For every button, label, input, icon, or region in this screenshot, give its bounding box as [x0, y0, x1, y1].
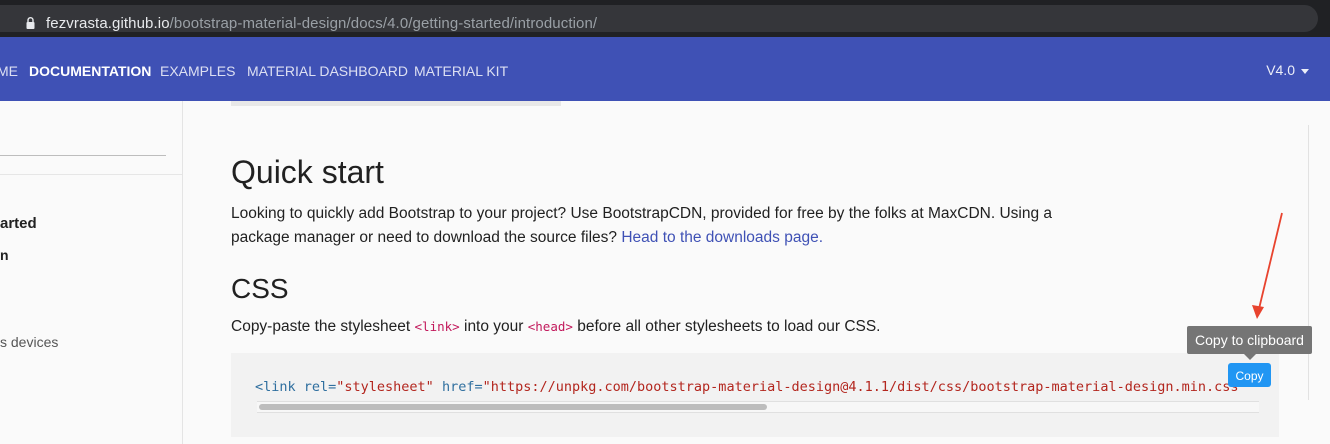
- tooltip-pointer: [1244, 354, 1256, 360]
- scrollbar-thumb[interactable]: [259, 404, 767, 410]
- toc-divider: [1308, 125, 1309, 400]
- browser-address-bar: fezvrasta.github.io/bootstrap-material-d…: [0, 0, 1330, 37]
- nav-item-documentation[interactable]: DOCUMENTATION: [29, 63, 151, 79]
- content-top-block: [231, 101, 561, 106]
- quick-start-paragraph: Looking to quickly add Bootstrap to your…: [231, 202, 1071, 250]
- code-attr-rel: rel=: [295, 379, 337, 395]
- css-heading: CSS: [231, 273, 289, 304]
- nav-item-home[interactable]: ME: [0, 63, 18, 79]
- css-text-2: into your: [459, 318, 528, 335]
- nav-item-material-kit[interactable]: MATERIAL KIT: [414, 63, 508, 79]
- version-label: V4.0: [1266, 62, 1295, 78]
- code-snippet: <link rel="stylesheet" href="https://unp…: [231, 353, 1279, 437]
- inline-code-link: <link>: [414, 319, 460, 334]
- code-value-rel: "stylesheet": [336, 379, 434, 395]
- nav-item-material-dashboard[interactable]: MATERIAL DASHBOARD: [247, 63, 408, 79]
- version-dropdown[interactable]: V4.0: [1266, 62, 1309, 78]
- url-field[interactable]: fezvrasta.github.io/bootstrap-material-d…: [0, 5, 1318, 32]
- css-text-1: Copy-paste the stylesheet: [231, 318, 415, 335]
- nav-item-examples[interactable]: EXAMPLES: [160, 63, 235, 79]
- copy-button[interactable]: Copy: [1228, 363, 1271, 387]
- url-path: /bootstrap-material-design/docs/4.0/gett…: [169, 15, 598, 32]
- url-host: fezvrasta.github.io: [46, 15, 170, 32]
- copy-tooltip: Copy to clipboard: [1187, 326, 1312, 354]
- lock-icon[interactable]: [26, 17, 35, 29]
- code-attr-href: href=: [433, 379, 483, 395]
- css-text-3: before all other stylesheets to load our…: [572, 318, 881, 335]
- caret-down-icon: [1301, 68, 1309, 74]
- inline-code-head: <head>: [527, 319, 573, 334]
- downloads-link[interactable]: Head to the downloads page.: [621, 229, 823, 246]
- url-text[interactable]: fezvrasta.github.io/bootstrap-material-d…: [46, 15, 597, 32]
- code-horizontal-scrollbar[interactable]: [257, 401, 1259, 413]
- css-paragraph: Copy-paste the stylesheet <link> into yo…: [231, 316, 1131, 338]
- sidebar-item-devices[interactable]: s devices: [0, 334, 58, 350]
- code-line: <link rel="stylesheet" href="https://unp…: [255, 379, 1247, 395]
- sidebar-item-introduction[interactable]: n: [0, 247, 9, 263]
- sidebar-divider: [0, 174, 182, 175]
- quick-start-heading: Quick start: [231, 154, 384, 190]
- code-value-href: "https://unpkg.com/bootstrap-material-de…: [482, 379, 1247, 395]
- annotation-arrow-icon: [1252, 212, 1283, 319]
- sidebar-item-getting-started[interactable]: arted: [0, 215, 37, 232]
- code-tag: <link: [255, 379, 296, 395]
- sidebar: arted n s devices: [0, 101, 183, 444]
- sidebar-search-input[interactable]: [0, 155, 166, 156]
- top-navbar: ME DOCUMENTATION EXAMPLES MATERIAL DASHB…: [0, 37, 1330, 101]
